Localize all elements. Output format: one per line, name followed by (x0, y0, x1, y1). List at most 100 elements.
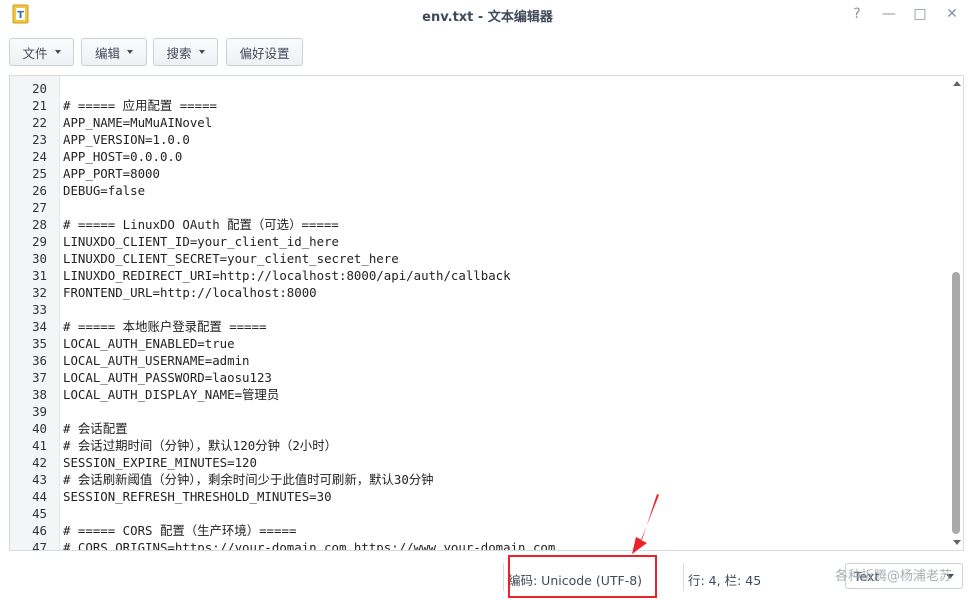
file-menu-button[interactable]: 文件 (9, 38, 74, 66)
line-number: 38 (32, 387, 47, 402)
preferences-label: 偏好设置 (239, 45, 290, 61)
cursor-position-status: 行: 4, 栏: 45 (688, 573, 762, 588)
line-number: 31 (32, 268, 47, 283)
line-number: 33 (32, 302, 47, 317)
window-title: env.txt - 文本编辑器 (422, 10, 553, 25)
line-number: 23 (32, 132, 47, 147)
code-line[interactable]: 39 (10, 403, 963, 420)
editor-area[interactable]: 20 21 # ===== 应用配置 ===== 22 APP_NAME=MuMuAIN… (9, 75, 964, 551)
edit-menu-button[interactable]: 编辑 (81, 38, 147, 66)
line-number: 34 (32, 319, 47, 334)
line-number: 28 (32, 217, 47, 232)
code-line[interactable]: 30 LINUXDO_CLIENT_SECRET=your_client_secr… (10, 250, 963, 267)
line-text[interactable]: LINUXDO_REDIRECT_URI=http://localhost:80… (63, 267, 511, 284)
code-line[interactable]: 20 (10, 80, 963, 97)
line-text[interactable]: APP_VERSION=1.0.0 (63, 131, 190, 148)
search-menu-label: 搜索 (166, 45, 192, 61)
code-line[interactable]: 40 # 会话配置 (10, 420, 963, 437)
line-text[interactable]: # ===== 应用配置 ===== (63, 97, 217, 114)
code-line[interactable]: 29 LINUXDO_CLIENT_ID=your_client_id_here (10, 233, 963, 250)
annotation-arrow (632, 494, 659, 554)
line-number: 41 (32, 438, 47, 453)
code-line[interactable]: 42 SESSION_EXPIRE_MINUTES=120 (10, 454, 963, 471)
code-line[interactable]: 47 # CORS_ORIGINS=https://your-domain.com… (10, 539, 963, 551)
line-number: 20 (32, 81, 47, 96)
line-number: 47 (32, 540, 47, 551)
close-button[interactable]: ✕ (943, 5, 961, 23)
line-text[interactable]: LOCAL_AUTH_ENABLED=true (63, 335, 235, 352)
line-text[interactable]: # ===== CORS 配置（生产环境）===== (63, 522, 296, 539)
line-text[interactable]: SESSION_EXPIRE_MINUTES=120 (63, 454, 257, 471)
preferences-button[interactable]: 偏好设置 (226, 38, 303, 66)
code-line[interactable]: 37 LOCAL_AUTH_PASSWORD=laosu123 (10, 369, 963, 386)
title-bar: T env.txt - 文本编辑器 ? — □ ✕ (0, 0, 975, 30)
toolbar: 文件 编辑 搜索 偏好设置 (0, 38, 975, 68)
code-line[interactable]: 33 (10, 301, 963, 318)
edit-menu-label: 编辑 (94, 45, 120, 61)
line-number: 37 (32, 370, 47, 385)
line-text[interactable]: LOCAL_AUTH_PASSWORD=laosu123 (63, 369, 272, 386)
line-text[interactable]: # ===== 本地账户登录配置 ===== (63, 318, 267, 335)
line-number: 40 (32, 421, 47, 436)
code-line[interactable]: 32 FRONTEND_URL=http://localhost:8000 (10, 284, 963, 301)
code-line[interactable]: 45 (10, 505, 963, 522)
line-text[interactable]: APP_HOST=0.0.0.0 (63, 148, 182, 165)
line-number: 43 (32, 472, 47, 487)
line-text[interactable]: APP_NAME=MuMuAINovel (63, 114, 212, 131)
chevron-down-icon (127, 50, 133, 54)
scroll-down-icon[interactable] (953, 540, 961, 545)
line-number: 45 (32, 506, 47, 521)
scrollbar-thumb[interactable] (952, 272, 960, 534)
line-text[interactable]: LINUXDO_CLIENT_SECRET=your_client_secret… (63, 250, 399, 267)
code-line[interactable]: 38 LOCAL_AUTH_DISPLAY_NAME=管理员 (10, 386, 963, 403)
chevron-down-icon (54, 50, 61, 54)
minimize-button[interactable]: — (880, 5, 898, 23)
code-line[interactable]: 44 SESSION_REFRESH_THRESHOLD_MINUTES=30 (10, 488, 963, 505)
code-line[interactable]: 31 LINUXDO_REDIRECT_URI=http://localhost:… (10, 267, 963, 284)
line-number: 27 (32, 200, 47, 215)
code-line[interactable]: 43 # 会话刷新阈值（分钟），剩余时间少于此值时可刷新，默认30分钟 (10, 471, 963, 488)
watermark-text: 各种折腾@杨浦老苏 (835, 569, 953, 584)
line-number: 46 (32, 523, 47, 538)
line-text[interactable]: LOCAL_AUTH_USERNAME=admin (63, 352, 250, 369)
line-text[interactable]: APP_PORT=8000 (63, 165, 160, 182)
maximize-button[interactable]: □ (911, 5, 929, 23)
status-divider (503, 563, 504, 591)
line-text[interactable]: DEBUG=false (63, 182, 145, 199)
line-text[interactable]: # CORS_ORIGINS=https://your-domain.com,h… (63, 539, 555, 550)
code-line[interactable]: 21 # ===== 应用配置 ===== (10, 97, 963, 114)
help-button[interactable]: ? (848, 5, 866, 23)
line-number: 24 (32, 149, 47, 164)
status-divider (683, 563, 684, 591)
line-text[interactable]: # 会话过期时间（分钟），默认120分钟（2小时） (63, 437, 337, 454)
code-line[interactable]: 25 APP_PORT=8000 (10, 165, 963, 182)
code-line[interactable]: 41 # 会话过期时间（分钟），默认120分钟（2小时） (10, 437, 963, 454)
line-text[interactable]: LINUXDO_CLIENT_ID=your_client_id_here (63, 233, 339, 250)
line-number: 32 (32, 285, 47, 300)
code-line[interactable]: 34 # ===== 本地账户登录配置 ===== (10, 318, 963, 335)
line-number: 42 (32, 455, 47, 470)
line-text[interactable]: LOCAL_AUTH_DISPLAY_NAME=管理员 (63, 386, 279, 403)
line-number: 36 (32, 353, 47, 368)
line-number: 39 (32, 404, 47, 419)
code-line[interactable]: 24 APP_HOST=0.0.0.0 (10, 148, 963, 165)
line-text[interactable]: SESSION_REFRESH_THRESHOLD_MINUTES=30 (63, 488, 332, 505)
chevron-down-icon (198, 50, 205, 54)
code-line[interactable]: 46 # ===== CORS 配置（生产环境）===== (10, 522, 963, 539)
line-text[interactable]: FRONTEND_URL=http://localhost:8000 (63, 284, 317, 301)
scroll-up-icon[interactable] (953, 81, 961, 86)
code-line[interactable]: 35 LOCAL_AUTH_ENABLED=true (10, 335, 963, 352)
line-text[interactable]: # 会话刷新阈值（分钟），剩余时间少于此值时可刷新，默认30分钟 (63, 471, 434, 488)
search-menu-button[interactable]: 搜索 (153, 38, 218, 66)
code-line[interactable]: 22 APP_NAME=MuMuAINovel (10, 114, 963, 131)
annotation-highlight-box (508, 555, 657, 598)
code-line[interactable]: 36 LOCAL_AUTH_USERNAME=admin (10, 352, 963, 369)
code-line[interactable]: 26 DEBUG=false (10, 182, 963, 199)
line-text[interactable]: # 会话配置 (63, 420, 127, 437)
code-line[interactable]: 27 (10, 199, 963, 216)
line-text[interactable]: # ===== LinuxDO OAuth 配置（可选）===== (63, 216, 339, 233)
line-number: 35 (32, 336, 47, 351)
code-line[interactable]: 23 APP_VERSION=1.0.0 (10, 131, 963, 148)
vertical-scrollbar[interactable] (950, 76, 962, 550)
code-line[interactable]: 28 # ===== LinuxDO OAuth 配置（可选）===== (10, 216, 963, 233)
